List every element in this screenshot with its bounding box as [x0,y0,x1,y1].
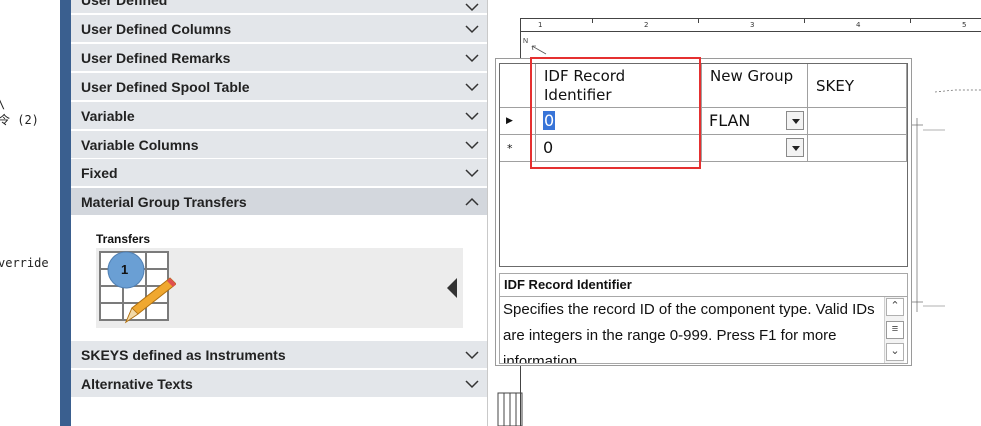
scroll-down-icon[interactable]: ⌄ [886,343,904,361]
table-edit-icon [99,251,176,324]
accordion-variable[interactable]: Variable [71,102,487,130]
chevron-up-icon [465,197,479,206]
skey-cell[interactable] [808,135,907,162]
accordion-user-defined[interactable]: User Defined [71,0,487,14]
highlight-annotation-box [530,57,701,169]
accordion-label: User Defined Spool Table [81,79,250,95]
stray-char: \ [0,97,5,111]
accordion-material-group-transfers[interactable]: Material Group Transfers [71,188,487,216]
accordion-fixed[interactable]: Fixed [71,159,487,187]
chevron-down-icon [465,141,479,150]
chevron-down-icon [465,112,479,121]
ruler-tick [804,19,805,23]
accordion-label: Fixed [81,165,118,181]
chevron-down-icon [465,83,479,92]
stray-text-2: verride [0,256,49,270]
side-accent-bar [60,0,71,426]
stray-text-1: 令 (2) [0,113,39,127]
accordion-user-defined-columns[interactable]: User Defined Columns [71,15,487,43]
ruler-tick [592,19,593,23]
accordion-label: Variable [81,108,135,124]
collapse-arrow-icon[interactable] [447,278,457,298]
dropdown-arrow-icon[interactable] [786,138,804,157]
transfers-count-badge: 1 [121,262,129,277]
column-header-skey[interactable]: SKEY [808,64,907,108]
dropdown-arrow-icon[interactable] [786,111,804,130]
skey-cell[interactable] [808,108,907,135]
ruler-number: 3 [750,21,755,29]
ruler-number: 5 [962,21,967,29]
scroll-up-icon[interactable]: ⌃ [886,298,904,316]
accordion-label: User Defined Remarks [81,50,231,66]
chevron-down-icon [465,169,479,178]
drawing-ruler: 1 2 3 4 5 [520,18,981,32]
ruler-number: 4 [856,21,861,29]
column-header-new-group[interactable]: New Group [702,64,808,108]
new-group-dropdown[interactable]: FLAN [702,108,808,135]
north-arrow-icon [531,45,547,55]
accordion-alternative-texts[interactable]: Alternative Texts [71,370,487,398]
ruler-number: 1 [538,21,543,29]
chevron-down-icon [465,54,479,63]
material-group-transfers-body: Transfers 1 [71,216,487,340]
accordion-user-defined-remarks[interactable]: User Defined Remarks [71,44,487,72]
help-description: Specifies the record ID of the component… [499,296,908,364]
scroll-thumb[interactable]: ≡ [886,321,904,339]
transfers-label: Transfers [96,232,151,246]
help-scrollbar[interactable]: ⌃ ≡ ⌄ [884,297,904,363]
chevron-down-icon [465,3,479,12]
accordion-user-defined-spool-table[interactable]: User Defined Spool Table [71,73,487,101]
title-block-fragment [497,392,523,426]
accordion-panel: User Defined User Defined Columns User D… [71,0,487,426]
isometric-drawing-fragment [911,89,981,312]
accordion-skeys-defined-as-instruments[interactable]: SKEYS defined as Instruments [71,341,487,369]
accordion-label: Variable Columns [81,137,199,153]
accordion-label: Material Group Transfers [81,194,247,210]
chevron-down-icon [465,351,479,360]
new-group-dropdown[interactable] [702,135,808,162]
chevron-down-icon [465,380,479,389]
help-text: Specifies the record ID of the component… [503,301,875,364]
ruler-number: 2 [644,21,649,29]
column-header-label: SKEY [816,77,854,95]
help-title: IDF Record Identifier [499,273,908,296]
ruler-tick [698,19,699,23]
panel-splitter[interactable] [487,0,495,426]
column-header-label: New Group [710,67,794,85]
accordion-label: SKEYS defined as Instruments [81,347,286,363]
ruler-tick [910,19,911,23]
new-group-value: FLAN [709,111,751,130]
accordion-label: User Defined [81,0,168,8]
chevron-down-icon [465,25,479,34]
accordion-label: Alternative Texts [81,376,193,392]
accordion-label: User Defined Columns [81,21,232,37]
accordion-variable-columns[interactable]: Variable Columns [71,131,487,159]
transfers-tile[interactable]: 1 [96,248,463,328]
